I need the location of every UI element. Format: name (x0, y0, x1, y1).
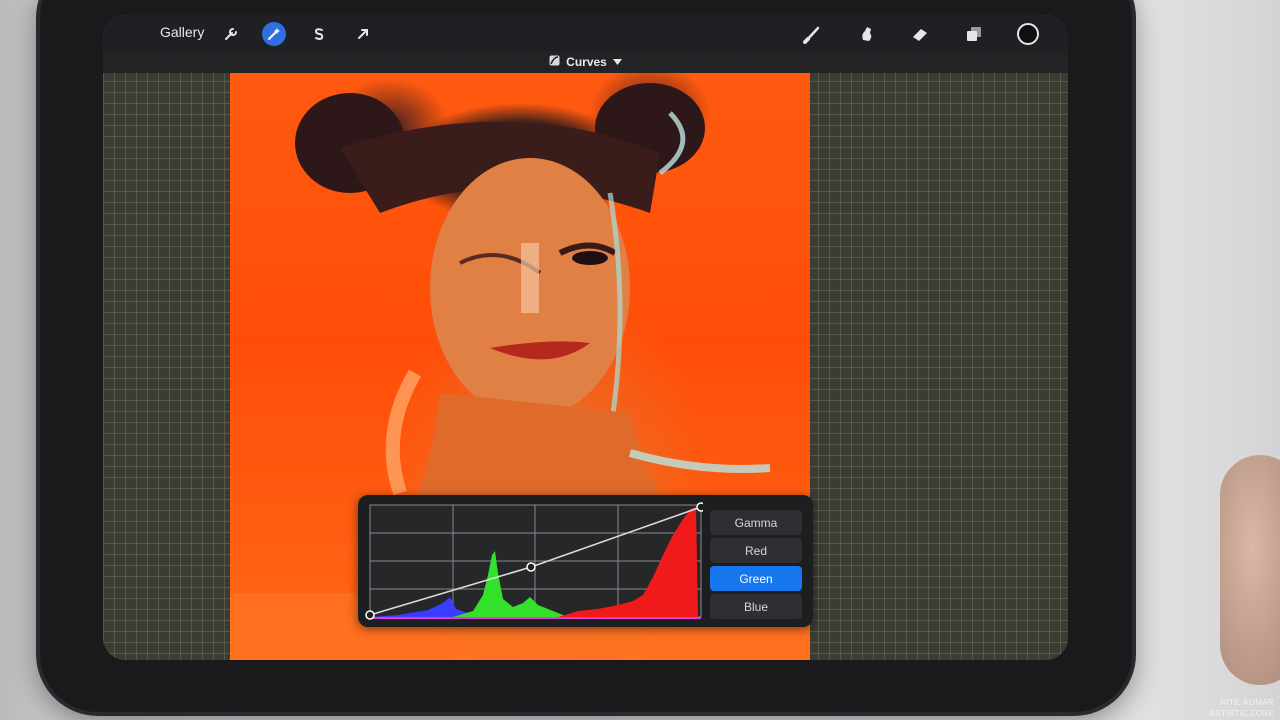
magic-wand-icon[interactable] (262, 22, 286, 46)
curve-point-end[interactable] (696, 502, 703, 512)
adjustment-title: Curves (566, 55, 607, 69)
smudge-icon[interactable] (855, 22, 879, 46)
channel-gamma-button[interactable]: Gamma (710, 510, 802, 535)
app-screen: Gallery Curves Gamma Red Green Blue (103, 15, 1068, 660)
channel-green-button[interactable]: Green (710, 566, 802, 591)
curves-icon (549, 55, 560, 69)
curves-panel: Gamma Red Green Blue (358, 495, 813, 627)
watermark: NITIL KUMAR ARTISTIC ZONE (1209, 697, 1274, 719)
brush-icon[interactable] (801, 22, 825, 46)
channel-red-button[interactable]: Red (710, 538, 802, 563)
arrow-cursor-icon[interactable] (351, 22, 375, 46)
curve-point-start[interactable] (365, 610, 375, 620)
watermark-line1: NITIL KUMAR (1220, 698, 1274, 707)
wrench-icon[interactable] (219, 22, 243, 46)
top-toolbar: Gallery (103, 15, 1068, 51)
chevron-down-icon (612, 55, 622, 69)
gallery-button[interactable]: Gallery (160, 24, 204, 40)
channel-blue-button[interactable]: Blue (710, 594, 802, 619)
hand-photo-element (1220, 455, 1280, 685)
adjustment-title-bar[interactable]: Curves (103, 51, 1068, 73)
selection-s-icon[interactable] (307, 22, 331, 46)
eraser-icon[interactable] (908, 22, 932, 46)
watermark-line2: ARTISTIC ZONE (1209, 709, 1274, 718)
curves-graph[interactable] (358, 495, 703, 627)
color-circle-icon[interactable] (1016, 22, 1040, 46)
layers-icon[interactable] (962, 22, 986, 46)
curve-point-mid[interactable] (526, 562, 536, 572)
